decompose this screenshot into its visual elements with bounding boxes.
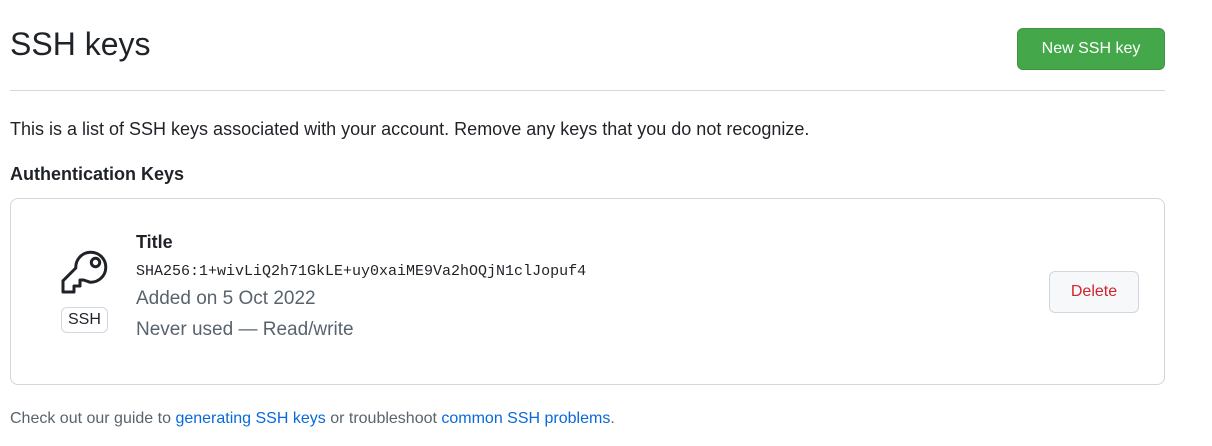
page-title: SSH keys xyxy=(10,26,151,62)
key-fingerprint: SHA256:1+wivLiQ2h71GkLE+uy0xaiME9Va2hOQj… xyxy=(136,263,587,280)
footer-suffix: . xyxy=(610,410,615,427)
page-header: SSH keys New SSH key xyxy=(10,0,1165,91)
intro-text: This is a list of SSH keys associated wi… xyxy=(10,119,810,139)
footer-middle: or troubleshoot xyxy=(325,410,442,427)
ssh-key-list-item: SSH Title SHA256:1+wivLiQ2h71GkLE+uy0xai… xyxy=(10,198,1165,385)
generating-ssh-keys-link[interactable]: generating SSH keys xyxy=(175,410,325,427)
key-added-date: Added on 5 Oct 2022 xyxy=(136,288,316,309)
new-ssh-key-button[interactable]: New SSH key xyxy=(1017,28,1165,70)
authentication-keys-heading: Authentication Keys xyxy=(10,164,185,184)
key-title: Title xyxy=(136,232,173,252)
key-usage: Never used — Read/write xyxy=(136,319,354,340)
common-ssh-problems-link[interactable]: common SSH problems xyxy=(441,410,610,427)
key-type-badge: SSH xyxy=(61,307,108,333)
delete-key-button[interactable]: Delete xyxy=(1049,271,1139,313)
footer-note: Check out our guide to generating SSH ke… xyxy=(10,408,615,430)
key-icon xyxy=(61,250,108,294)
ssh-keys-page: SSH keys New SSH key This is a list of S… xyxy=(10,0,1165,427)
footer-prefix: Check out our guide to xyxy=(10,410,176,427)
key-details: Title SHA256:1+wivLiQ2h71GkLE+uy0xaiME9V… xyxy=(136,229,586,345)
